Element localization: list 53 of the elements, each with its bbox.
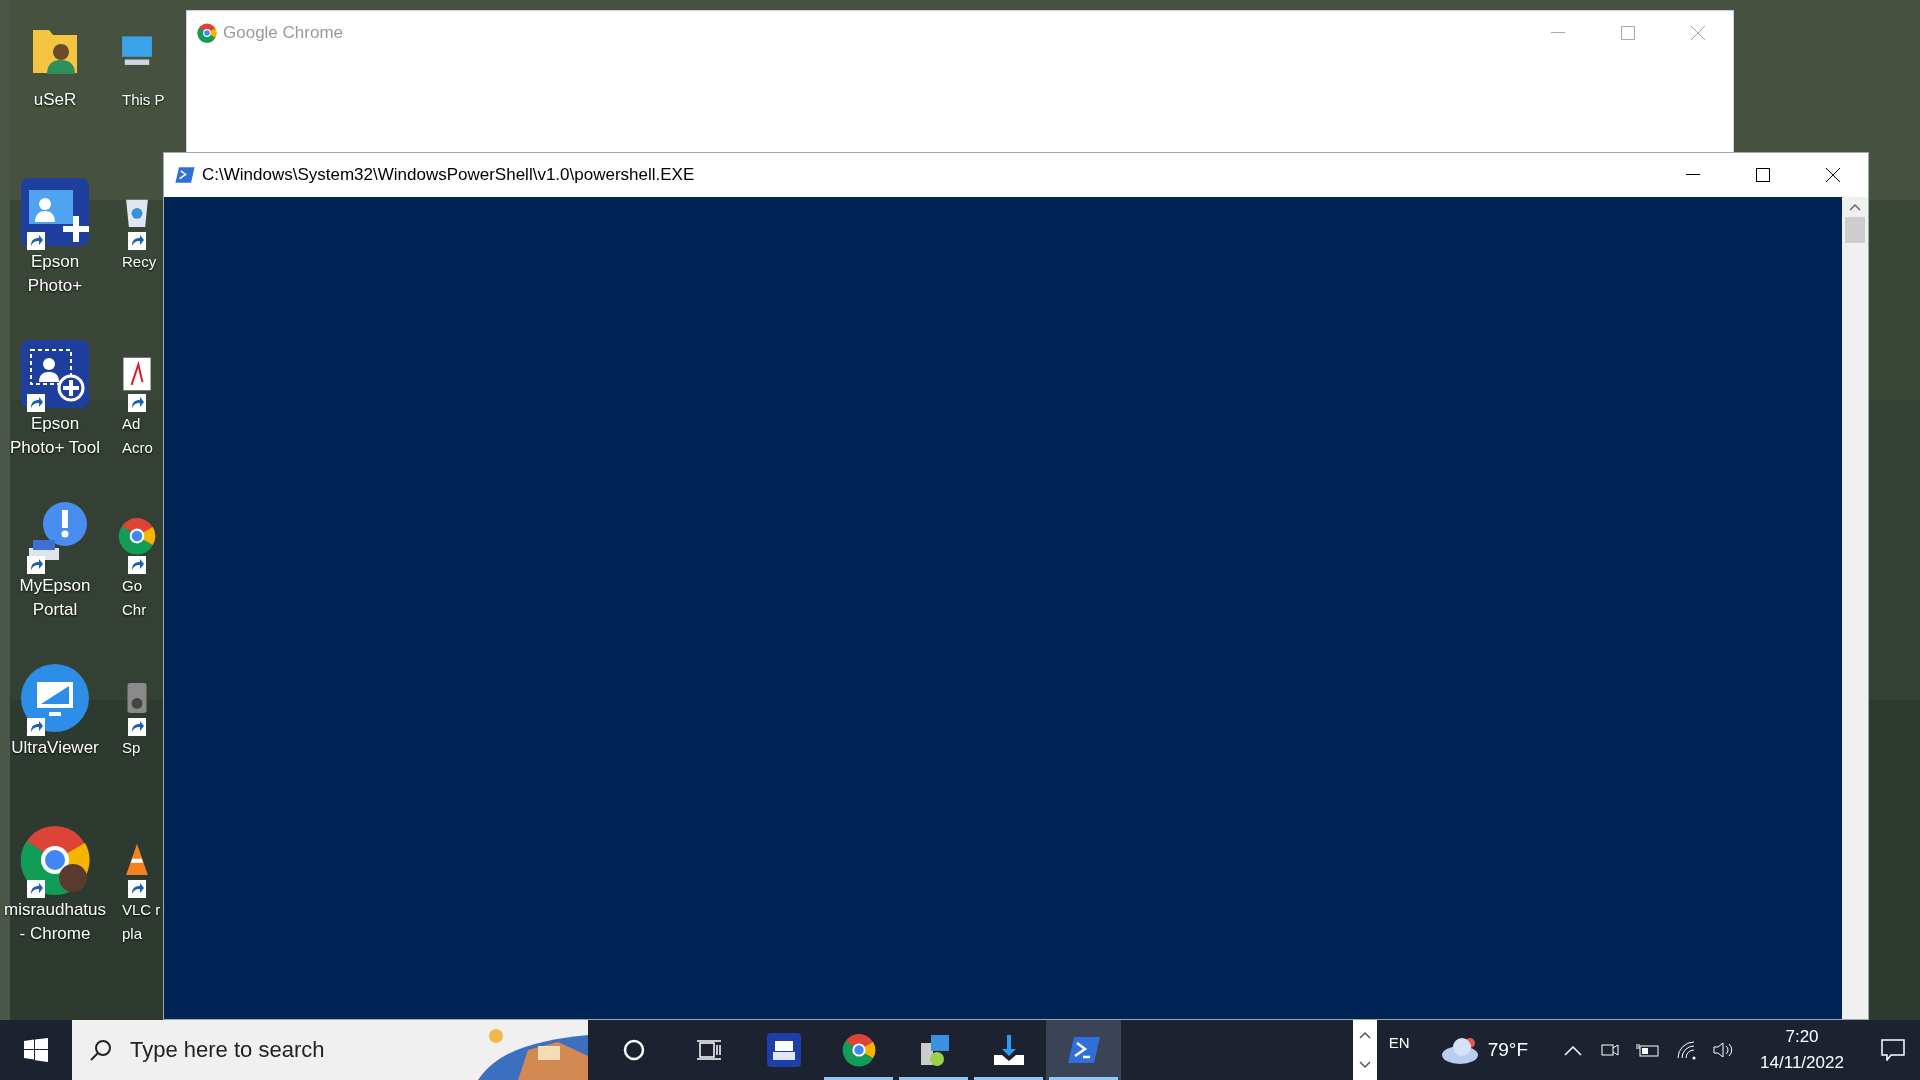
clock-time[interactable]: 7:20 xyxy=(1785,1024,1819,1050)
download-tray-icon xyxy=(991,1033,1026,1067)
window-title: C:\Windows\System32\WindowsPowerShell\v1.0\powershell.EXE xyxy=(202,164,695,187)
photo-frame-plus-icon xyxy=(19,338,91,410)
clock-date[interactable]: 14/11/2022 xyxy=(1760,1050,1844,1076)
desktop-icon-label: UltraViewer xyxy=(11,737,99,759)
task-view-icon xyxy=(695,1038,722,1062)
desktop-icon-label: Ad Acro xyxy=(121,414,153,458)
chrome-icon xyxy=(841,1033,876,1067)
running-indicator xyxy=(1049,1077,1118,1080)
scroll-up-icon[interactable] xyxy=(1358,1031,1371,1039)
battery-icon[interactable] xyxy=(1636,1042,1660,1058)
close-icon xyxy=(1826,168,1840,182)
monitor-icon xyxy=(19,662,91,734)
running-indicator xyxy=(974,1077,1043,1080)
minimize-icon xyxy=(1686,174,1700,176)
chrome-icon xyxy=(19,824,91,896)
minimize-icon xyxy=(1551,32,1565,34)
desktop-icon-label: VLC r pla xyxy=(121,900,161,944)
powershell-icon xyxy=(1066,1035,1101,1065)
photo-card-icon xyxy=(19,176,91,248)
language-indicator[interactable]: EN xyxy=(1388,1032,1410,1055)
desktop-icon-label: uSeR xyxy=(33,89,77,111)
desktop-icon-label: Epson Photo+ xyxy=(27,251,83,297)
chevron-up-icon[interactable] xyxy=(1564,1044,1582,1056)
volume-icon[interactable] xyxy=(1712,1040,1734,1060)
maximize-icon xyxy=(1756,168,1770,182)
wifi-icon[interactable] xyxy=(1676,1040,1698,1060)
window-title: Google Chrome xyxy=(223,22,343,45)
search-button[interactable] xyxy=(72,1020,130,1080)
speech-bubble-icon xyxy=(1881,1039,1905,1061)
cloud-icon xyxy=(1439,1035,1480,1065)
running-indicator xyxy=(824,1077,893,1080)
scroll-down-icon[interactable] xyxy=(1358,1061,1371,1069)
desktop-icon-label: MyEpson Portal xyxy=(19,575,91,621)
windows-logo-icon xyxy=(24,1038,48,1062)
desktop-icon-label: This P xyxy=(121,90,165,110)
search-field[interactable]: Type here to search xyxy=(130,1020,468,1080)
powershell-icon xyxy=(174,166,196,184)
circle-icon xyxy=(621,1038,646,1062)
scanner-icon xyxy=(766,1033,801,1067)
desktop-icon-label: misraudhatus - Chrome xyxy=(3,899,107,945)
desktop-icon-label: Epson Photo+ Tool xyxy=(10,413,100,459)
scrollbar-thumb[interactable] xyxy=(1845,217,1865,243)
chrome-icon xyxy=(197,23,217,43)
running-indicator xyxy=(899,1077,968,1080)
search-icon xyxy=(89,1038,113,1062)
desktop-icon-label: Recy xyxy=(121,252,157,272)
maximize-icon xyxy=(1621,26,1635,40)
desktop-icon-label: Go Chr xyxy=(121,576,147,620)
desktop-icon-label: Sp xyxy=(121,738,141,758)
temperature[interactable]: 79°F xyxy=(1487,1035,1528,1065)
close-icon xyxy=(1691,26,1705,40)
